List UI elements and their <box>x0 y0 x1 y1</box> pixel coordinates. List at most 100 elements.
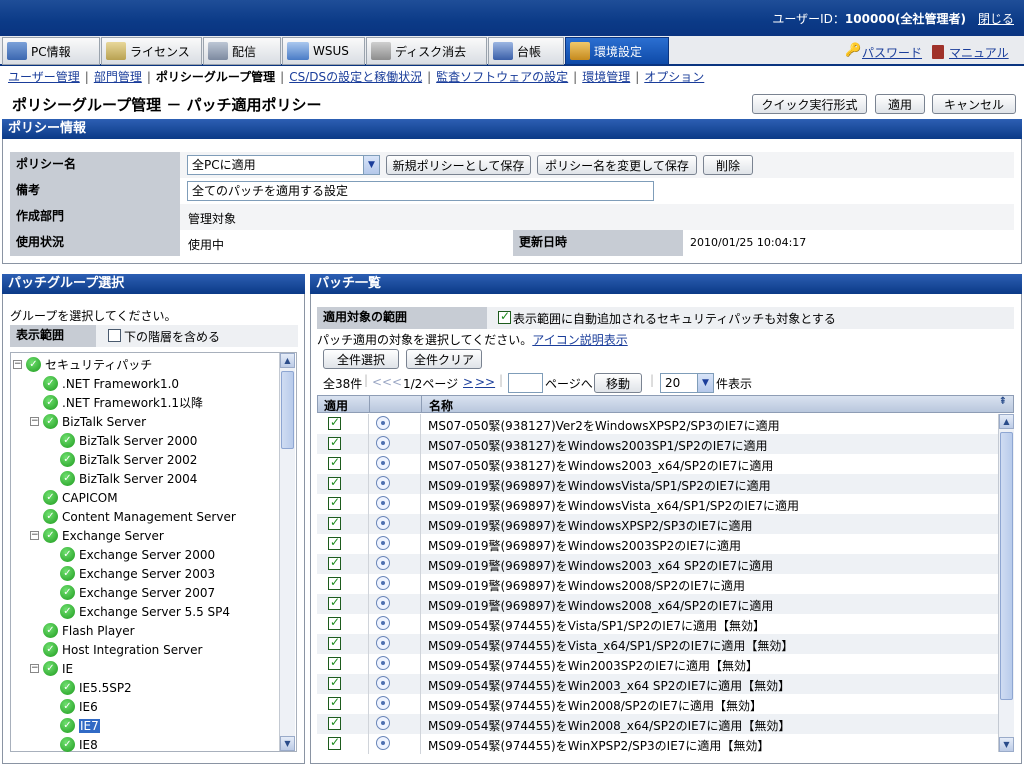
patch-scroll-thumb[interactable] <box>1000 432 1013 700</box>
next-page-link[interactable]: > <box>463 375 473 389</box>
tree-node[interactable]: − ✓ BizTalk Server <box>30 412 146 431</box>
include-sub-checkbox[interactable] <box>108 329 121 342</box>
tree-node[interactable]: − ✓ IE <box>30 659 73 678</box>
apply-checkbox[interactable] <box>328 475 341 490</box>
policy-name-select[interactable]: 全PCに適用 ▼ <box>187 155 380 175</box>
tab-pc-info[interactable]: PC情報 <box>2 37 100 65</box>
apply-checkbox[interactable] <box>328 455 341 470</box>
subnav-audit-software[interactable]: 監査ソフトウェアの設定 <box>436 70 568 84</box>
first-page-link[interactable]: << <box>372 375 392 389</box>
patch-name: MS09-054緊(974455)をWin2003SP2のIE7に適用【無効】 <box>428 659 758 673</box>
page-title: ポリシーグループ管理 － パッチ適用ポリシー <box>12 96 322 114</box>
tree-node[interactable]: ✓ IE5.5SP2 <box>60 678 132 697</box>
tree-node[interactable]: ✓ Exchange Server 5.5 SP4 <box>60 602 230 621</box>
collapse-icon[interactable]: − <box>13 360 22 369</box>
tree-node[interactable]: ✓ BizTalk Server 2004 <box>60 469 197 488</box>
per-page-select[interactable]: 20 ▼ <box>660 373 714 393</box>
subnav-user-management[interactable]: ユーザー管理 <box>8 70 80 84</box>
subnav-options[interactable]: オプション <box>644 70 704 84</box>
auto-add-checkbox[interactable] <box>498 309 511 324</box>
quick-exec-button[interactable]: クイック実行形式 <box>752 94 867 114</box>
apply-checkbox[interactable] <box>328 635 341 650</box>
collapse-icon[interactable]: − <box>30 531 39 540</box>
patch-name: MS09-054緊(974455)をWin2008/SP2のIE7に適用【無効】 <box>428 699 763 713</box>
user-id: 100000(全社管理者) <box>844 12 966 26</box>
prev-page-link[interactable]: < <box>392 375 402 389</box>
tree-node[interactable]: ✓ Flash Player <box>43 621 135 640</box>
apply-checkbox[interactable] <box>328 615 341 630</box>
tree-node[interactable]: ✓ Content Management Server <box>43 507 236 526</box>
scroll-up-icon[interactable]: ▲ <box>280 353 295 368</box>
tab-wsus[interactable]: WSUS <box>282 37 365 65</box>
apply-checkbox[interactable] <box>328 515 341 530</box>
apply-checkbox[interactable] <box>328 735 341 750</box>
apply-checkbox[interactable] <box>328 555 341 570</box>
apply-checkbox[interactable] <box>328 695 341 710</box>
select-all-button[interactable]: 全件選択 <box>323 349 399 369</box>
tab-settings[interactable]: 環境設定 <box>565 37 669 65</box>
collapse-icon[interactable]: − <box>30 417 39 426</box>
last-page-link[interactable]: >> <box>475 375 495 389</box>
note-input[interactable]: 全てのパッチを適用する設定 <box>187 181 654 201</box>
tree-node[interactable]: ✓ IE8 <box>60 735 98 752</box>
tab-distribution[interactable]: 配信 <box>203 37 281 65</box>
tree-scrollbar[interactable]: ▲ ▼ <box>279 353 295 751</box>
tab-ledger[interactable]: 台帳 <box>488 37 564 65</box>
key-icon: 🔑 <box>845 43 862 58</box>
apply-checkbox[interactable] <box>328 415 341 430</box>
tree-node-label: .NET Framework1.0 <box>62 376 180 391</box>
tree-node[interactable]: ✓ .NET Framework1.1以降 <box>43 393 203 412</box>
tree-node[interactable]: ✓ BizTalk Server 2000 <box>60 431 197 450</box>
cancel-button[interactable]: キャンセル <box>932 94 1016 114</box>
tree-node[interactable]: ✓ Host Integration Server <box>43 640 202 659</box>
table-row: MS09-019警(969897)をWindows2008_x64/SP2のIE… <box>317 594 998 614</box>
tree-node[interactable]: ✓ Exchange Server 2007 <box>60 583 215 602</box>
subnav-environment-management[interactable]: 環境管理 <box>582 70 630 84</box>
tree-node[interactable]: ✓ IE7 <box>60 716 100 735</box>
tree-node[interactable]: ✓ IE6 <box>60 697 98 716</box>
manual-link[interactable]: マニュアル <box>949 44 1009 61</box>
apply-checkbox[interactable] <box>328 655 341 670</box>
col-apply-header[interactable]: 適用 <box>324 397 348 414</box>
subnav-cs-ds-settings[interactable]: CS/DSの設定と稼働状況 <box>289 70 422 84</box>
logout-link[interactable]: 閉じる <box>978 10 1014 27</box>
tab-disk-erase[interactable]: ディスク消去 <box>366 37 487 65</box>
apply-checkbox[interactable] <box>328 495 341 510</box>
scroll-down-icon[interactable]: ▼ <box>280 736 295 751</box>
patch-name: MS07-050緊(938127)をWindows2003SP1/SP2のIE7… <box>428 439 768 453</box>
apply-checkbox[interactable] <box>328 575 341 590</box>
sort-icon[interactable]: ⇞ <box>999 396 1007 407</box>
tree-node[interactable]: ✓ Exchange Server 2003 <box>60 564 215 583</box>
collapse-icon[interactable]: − <box>30 664 39 673</box>
save-as-new-policy-button[interactable]: 新規ポリシーとして保存 <box>386 155 531 175</box>
rename-and-save-button[interactable]: ポリシー名を変更して保存 <box>537 155 697 175</box>
delete-button[interactable]: 削除 <box>703 155 753 175</box>
tree-node[interactable]: ✓ Exchange Server 2000 <box>60 545 215 564</box>
tree-scroll-thumb[interactable] <box>281 371 294 449</box>
col-name-header[interactable]: 名称 <box>429 397 453 414</box>
apply-button[interactable]: 適用 <box>875 94 925 114</box>
apply-checkbox[interactable] <box>328 715 341 730</box>
apply-checkbox[interactable] <box>328 435 341 450</box>
scroll-down-icon[interactable]: ▼ <box>999 737 1014 752</box>
check-circle-icon: ✓ <box>60 585 75 600</box>
tab-license[interactable]: ライセンス <box>101 37 202 65</box>
subnav-department-management[interactable]: 部門管理 <box>94 70 142 84</box>
tree-node[interactable]: − ✓ Exchange Server <box>30 526 164 545</box>
patch-group-header: パッチグループ選択 <box>2 274 305 294</box>
apply-checkbox[interactable] <box>328 595 341 610</box>
clear-all-button[interactable]: 全件クリア <box>406 349 482 369</box>
tree-node[interactable]: ✓ CAPICOM <box>43 488 118 507</box>
apply-checkbox[interactable] <box>328 535 341 550</box>
patch-scrollbar[interactable]: ▲ ▼ <box>998 414 1014 752</box>
password-link[interactable]: パスワード <box>862 44 922 61</box>
tree-node[interactable]: ✓ .NET Framework1.0 <box>43 374 179 393</box>
patch-instruction-line: パッチ適用の対象を選択してください。アイコン説明表示 <box>317 331 628 348</box>
move-button[interactable]: 移動 <box>594 373 642 393</box>
tree-node[interactable]: ✓ BizTalk Server 2002 <box>60 450 197 469</box>
apply-checkbox[interactable] <box>328 675 341 690</box>
tree-node[interactable]: − ✓ セキュリティパッチ <box>13 355 152 374</box>
icon-help-link[interactable]: アイコン説明表示 <box>532 333 627 347</box>
scroll-up-icon[interactable]: ▲ <box>999 414 1014 429</box>
page-number-input[interactable] <box>508 373 543 393</box>
